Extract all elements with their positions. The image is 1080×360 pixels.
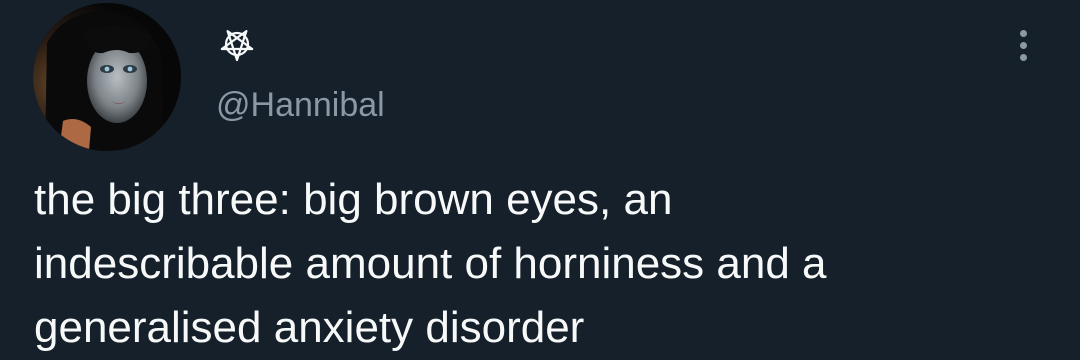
avatar-image bbox=[33, 3, 181, 151]
more-vertical-icon bbox=[1020, 30, 1027, 37]
more-options-button[interactable] bbox=[1005, 25, 1043, 65]
tweet-text: the big three: big brown eyes, an indesc… bbox=[34, 175, 827, 352]
username-handle[interactable]: @Hannibal bbox=[216, 88, 385, 122]
avatar[interactable] bbox=[33, 3, 181, 151]
inverted-pentagram-icon bbox=[220, 30, 254, 62]
more-vertical-icon bbox=[1020, 54, 1027, 61]
tweet-card: @Hannibal the big three: big brown eyes,… bbox=[0, 0, 1080, 360]
display-name[interactable] bbox=[215, 22, 259, 66]
more-vertical-icon bbox=[1020, 42, 1027, 49]
